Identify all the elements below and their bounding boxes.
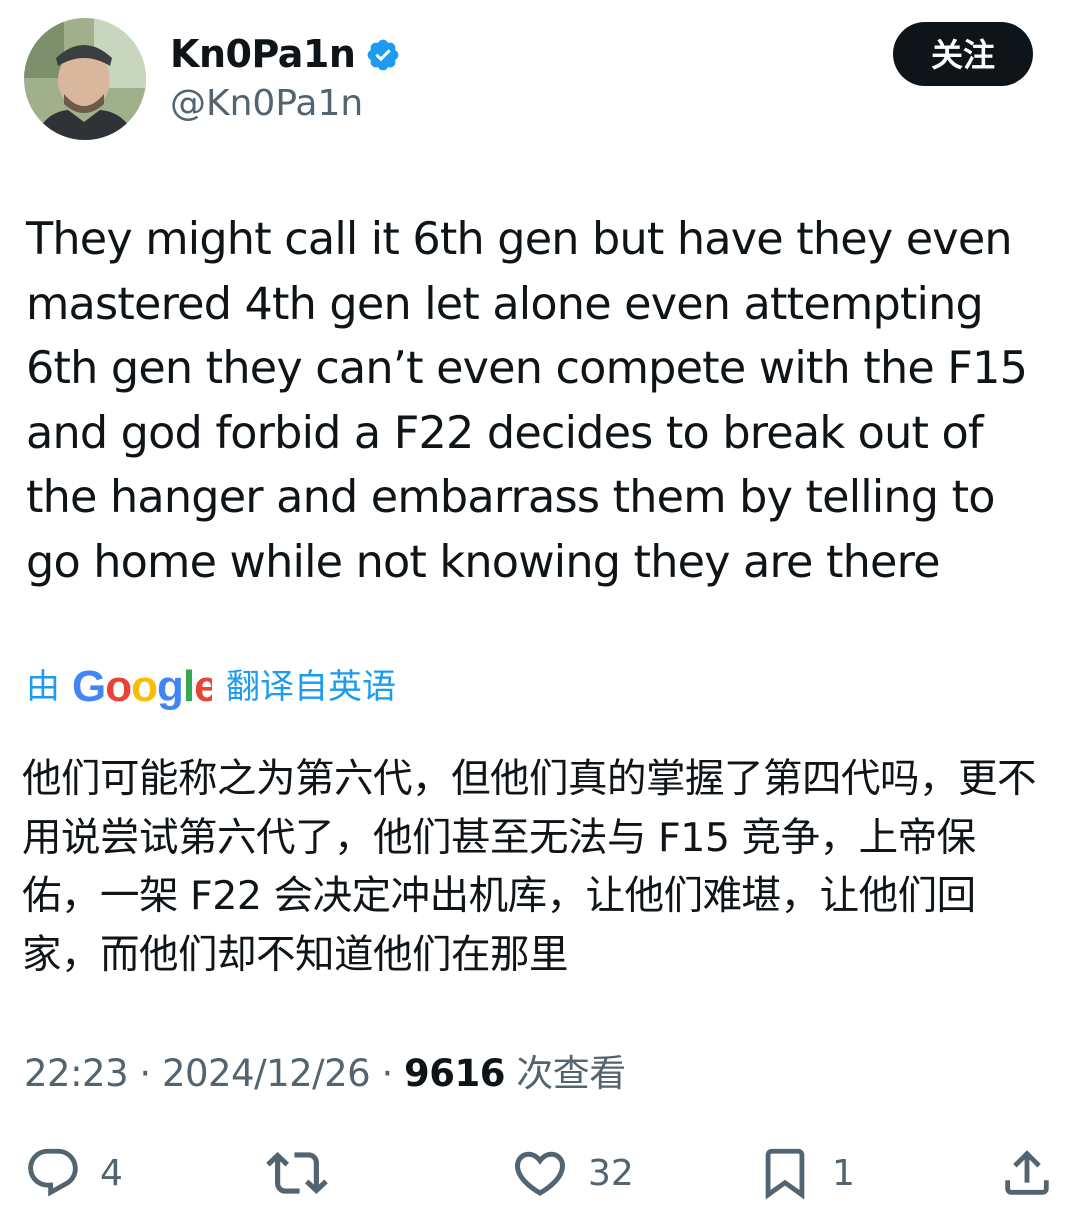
view-count-label: 次查看 [516, 1052, 626, 1095]
bookmark-button[interactable]: 1 [756, 1138, 855, 1208]
meta-separator: · [381, 1052, 393, 1095]
share-icon [1005, 1150, 1049, 1195]
translation-suffix: 翻译自英语 [226, 667, 396, 707]
like-button[interactable]: 32 [510, 1138, 634, 1208]
heart-icon [514, 1151, 566, 1196]
svg-text:Google: Google [72, 662, 212, 711]
author-handle[interactable]: @Kn0Pa1n [170, 80, 363, 128]
reply-icon [28, 1148, 78, 1197]
translation-prefix: 由 [26, 667, 60, 707]
tweet-meta: 22:23 · 2024/12/26 · 9616 次查看 [24, 1048, 626, 1100]
reply-count: 4 [100, 1152, 123, 1194]
like-count: 32 [588, 1152, 634, 1194]
reply-button[interactable]: 4 [24, 1138, 123, 1208]
bookmark-count: 1 [832, 1152, 855, 1194]
translation-attribution[interactable]: 由 Google 翻译自英语 [26, 662, 396, 712]
avatar[interactable] [24, 18, 146, 140]
tweet-time[interactable]: 22:23 [24, 1052, 129, 1095]
share-button[interactable] [998, 1138, 1056, 1208]
view-count: 9616 [404, 1052, 505, 1095]
avatar-photo [24, 18, 146, 140]
bookmark-icon [765, 1148, 805, 1200]
retweet-button[interactable] [266, 1138, 346, 1208]
action-bar: 4 32 1 [0, 1138, 1080, 1208]
verified-badge-icon [365, 36, 401, 72]
display-name-text: Kn0Pa1n [170, 32, 356, 76]
retweet-icon [266, 1152, 328, 1194]
meta-separator: · [139, 1052, 151, 1095]
author-display-name[interactable]: Kn0Pa1n [170, 30, 401, 78]
google-logo: Google [72, 662, 219, 712]
translated-text: 他们可能称之为第六代，但他们真的掌握了第四代吗，更不用说尝试第六代了，他们甚至无… [22, 756, 1037, 978]
follow-button[interactable]: 关注 [893, 22, 1033, 86]
tweet-date[interactable]: 2024/12/26 [162, 1052, 371, 1095]
tweet-text: They might call it 6th gen but have they… [26, 214, 1028, 588]
